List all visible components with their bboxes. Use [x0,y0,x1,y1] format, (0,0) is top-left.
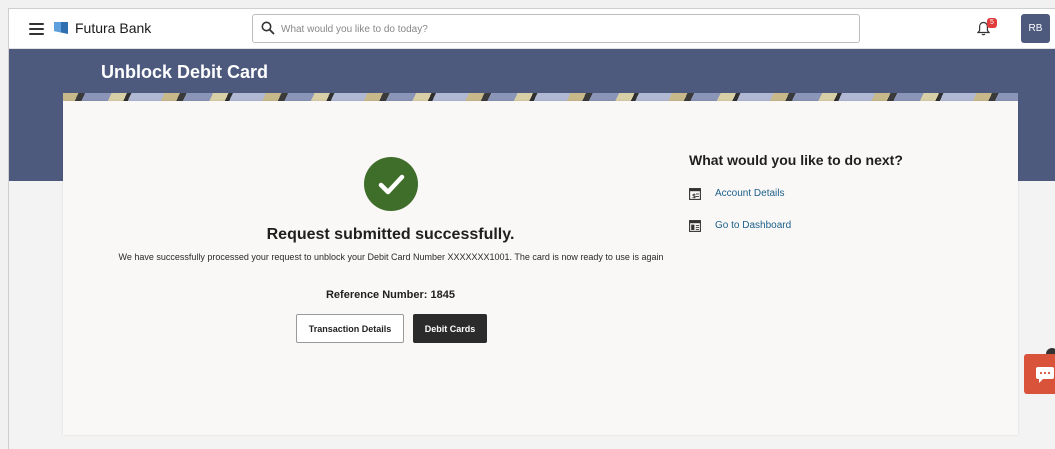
search-icon [261,21,275,35]
success-message: We have successfully processed your requ… [118,252,664,262]
reference-number: Reference Number: 1845 [325,289,455,301]
next-actions-title: What would you like to do next? [689,152,903,168]
dashboard-icon [689,220,701,232]
success-title: Request submitted successfully. [266,226,515,243]
notification-badge: 5 [987,18,997,28]
page-banner: Unblock Debit Card [63,49,1018,101]
search-input[interactable] [281,19,851,39]
account-details-icon: $ [689,188,701,200]
confirmation-card: Request submitted successfully. We have … [63,101,1018,435]
transaction-details-button[interactable]: Transaction Details [296,314,404,343]
svg-text:$: $ [692,193,696,200]
chat-bubble-icon [1036,367,1054,383]
chat-widget-button[interactable] [1024,354,1055,394]
bank-logo-icon [54,22,68,34]
search-bar[interactable] [252,14,860,43]
go-to-dashboard-label[interactable]: Go to Dashboard [715,220,791,231]
hamburger-menu-icon[interactable] [29,23,44,35]
debit-cards-button[interactable]: Debit Cards [413,314,487,343]
success-check-icon [364,157,418,211]
avatar[interactable]: RB [1021,14,1050,43]
account-details-label[interactable]: Account Details [715,188,784,199]
top-bar: Futura Bank 5 RB [9,9,1055,49]
brand-name: Futura Bank [75,20,152,36]
page-title: Unblock Debit Card [101,62,269,82]
app-frame: Futura Bank 5 RB Unblock Debit Card Requ… [8,8,1055,449]
banner-pattern [63,93,1018,101]
